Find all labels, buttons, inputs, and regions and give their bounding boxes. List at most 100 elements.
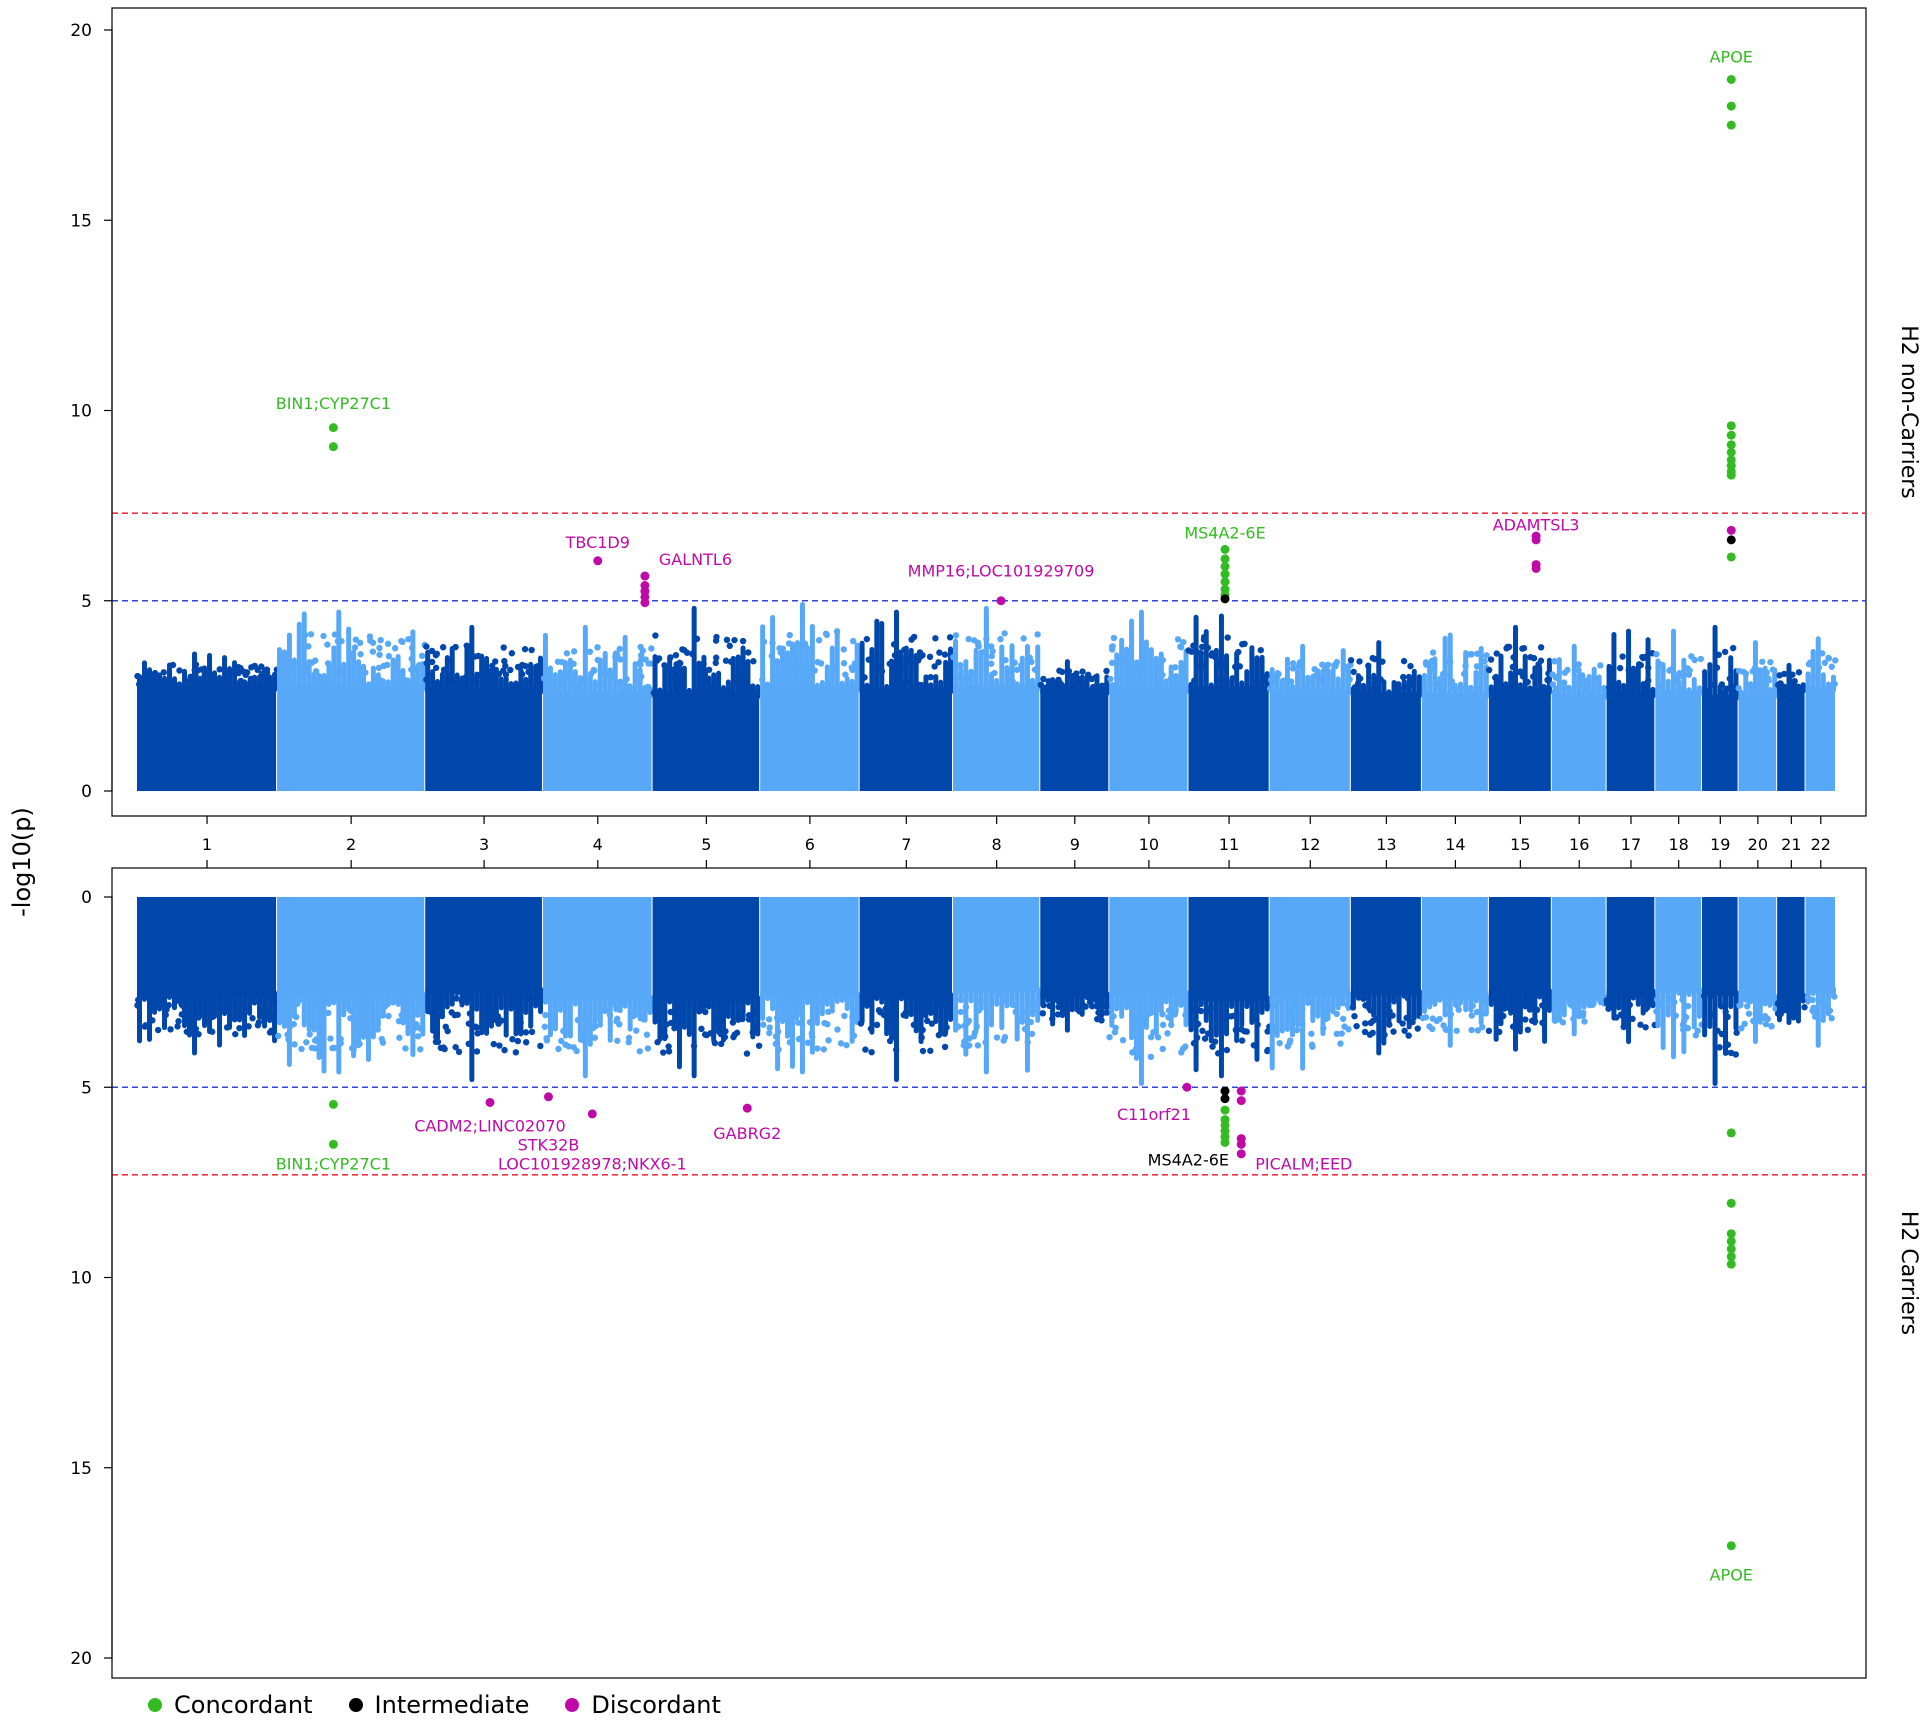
snp-point: [498, 1017, 505, 1024]
snp-point: [743, 1050, 751, 1057]
snp-point: [701, 671, 709, 678]
x-tick-label: 4: [593, 835, 603, 854]
x-tick-label: 2: [346, 835, 356, 854]
snp-point: [1235, 648, 1242, 656]
snp-point: [878, 668, 886, 675]
snp-point: [300, 669, 307, 677]
snp-point: [558, 682, 565, 689]
snp-point: [1588, 690, 1596, 697]
chromosome-body-5: [652, 897, 760, 1002]
snp-point: [206, 670, 213, 678]
chromosome-body-9: [1040, 689, 1109, 791]
snp-point: [1431, 680, 1439, 687]
snp-point: [581, 1015, 588, 1023]
snp-point: [385, 1012, 392, 1020]
snp-point: [952, 632, 960, 639]
snp-point: [726, 688, 733, 695]
snp-point: [242, 671, 249, 679]
snp-point: [753, 1010, 760, 1017]
snp-point: [413, 1021, 420, 1028]
snp-point: [1024, 1039, 1031, 1046]
snp-point: [1159, 656, 1167, 664]
snp-point: [1482, 1010, 1489, 1017]
snp-point: [1573, 1006, 1580, 1014]
snp-point: [1079, 1001, 1086, 1009]
gene-label: BIN1;CYP27C1: [276, 1154, 391, 1173]
snp-point: [1366, 1031, 1374, 1038]
snp-point: [1312, 673, 1320, 681]
chromosome-body-18: [1655, 690, 1702, 791]
snp-point: [223, 1024, 231, 1031]
bottom-panel-side-label: H2 Carriers: [1896, 1211, 1920, 1335]
chromosome-body-4: [542, 692, 652, 791]
snp-point: [1551, 1015, 1558, 1022]
snp-point: [630, 1012, 637, 1020]
snp-point: [1503, 645, 1510, 652]
miami-plot: BIN1;CYP27C1 TBC1D9 GALNTL6 MMP16;LOC101929…: [8, 7, 1920, 1679]
snp-point: [324, 660, 332, 667]
snp-point: [760, 1021, 767, 1028]
hit-point-discordant: [485, 1097, 495, 1107]
snp-point: [1613, 1014, 1620, 1021]
hit-point-concordant: [1726, 552, 1736, 562]
chromosome-block-15: [1485, 624, 1552, 791]
snp-point: [1277, 996, 1284, 1003]
snp-point: [465, 1020, 473, 1027]
snp-point: [1744, 1003, 1751, 1010]
snp-point: [617, 679, 624, 686]
snp-point: [395, 1017, 403, 1025]
chromosome-body-15: [1488, 897, 1551, 995]
snp-point: [471, 676, 479, 684]
snp-point: [811, 667, 818, 674]
snp-point: [517, 1019, 524, 1026]
snp-point: [1400, 673, 1407, 681]
hit-point-concordant: [1726, 1541, 1736, 1551]
snp-point: [440, 666, 448, 674]
snp-point: [997, 991, 1004, 998]
snp-point: [542, 1011, 549, 1019]
snp-point: [434, 1038, 442, 1046]
snp-point: [1077, 1008, 1084, 1015]
snp-point: [1565, 684, 1572, 692]
snp-point: [1581, 1018, 1588, 1025]
snp-point: [1724, 1013, 1731, 1021]
snp-point: [405, 635, 412, 643]
snp-point: [1299, 1004, 1306, 1012]
snp-point: [522, 1029, 530, 1036]
snp-point: [717, 999, 725, 1006]
snp-point: [327, 1035, 334, 1042]
snp-point: [1613, 996, 1620, 1003]
snp-point: [378, 1011, 385, 1019]
snp-point: [1669, 666, 1677, 673]
snp-point: [672, 651, 680, 659]
snp-point: [712, 637, 720, 644]
snp-point: [347, 680, 355, 688]
snp-point: [452, 643, 459, 651]
gene-label: MS4A2-6E: [1184, 523, 1265, 542]
snp-point: [987, 660, 995, 667]
snp-point: [1626, 1001, 1634, 1009]
snp-point: [1106, 1033, 1113, 1041]
snp-point: [1460, 670, 1468, 678]
y-axis-title: -log10(p): [8, 807, 36, 917]
snp-point: [1488, 995, 1496, 1003]
snp-point: [678, 672, 686, 679]
snp-point: [1774, 681, 1782, 689]
hit-point-concordant: [1726, 1198, 1736, 1208]
snp-point: [317, 678, 325, 685]
x-tick-label: 19: [1710, 835, 1730, 854]
snp-point: [919, 1047, 927, 1055]
snp-point: [1641, 1001, 1649, 1009]
snp-point: [162, 1011, 169, 1019]
snp-point: [1034, 631, 1041, 638]
snp-point: [894, 650, 901, 658]
snp-point: [1468, 1026, 1475, 1034]
snp-point: [334, 637, 342, 645]
snp-point: [578, 676, 586, 683]
snp-point: [1110, 634, 1118, 642]
snp-point: [973, 1023, 980, 1030]
snp-point: [1828, 1015, 1835, 1022]
snp-point: [1254, 1021, 1261, 1028]
snp-point: [409, 1012, 416, 1019]
snp-point: [738, 1015, 745, 1023]
